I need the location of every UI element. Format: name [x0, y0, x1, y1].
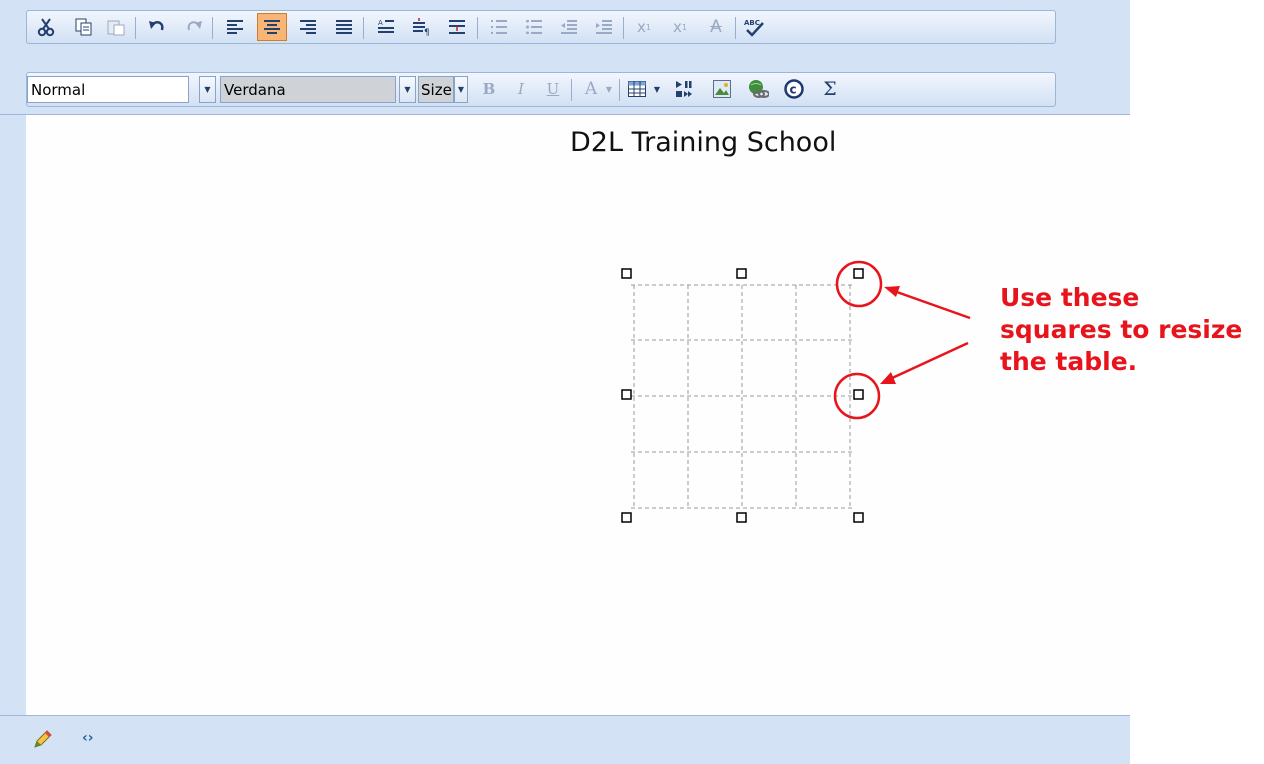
- annotation-line-1: Use these: [1000, 283, 1140, 312]
- design-mode-pencil-icon[interactable]: [32, 730, 52, 755]
- resize-handle-bottom-right: [853, 512, 864, 523]
- annotation-line-3: the table.: [1000, 347, 1138, 376]
- selected-table[interactable]: [0, 0, 1130, 715]
- resize-handle-middle-right: [853, 389, 864, 400]
- annotation-line-2: squares to resize: [1000, 315, 1243, 344]
- editor-mode-bar: ‹›: [0, 715, 1130, 764]
- resize-handle-bottom-left: [621, 512, 632, 523]
- resize-handle-top-left: [621, 268, 632, 279]
- html-editor: A ¶ x1 x1 A ABC Normal ▼ Verdana ▼ Size …: [0, 0, 1130, 764]
- annotation-callout: Use these squares to resize the table.: [1000, 282, 1260, 378]
- html-source-icon[interactable]: ‹›: [82, 730, 94, 746]
- resize-handle-top-right: [853, 268, 864, 279]
- resize-handle-top-center: [736, 268, 747, 279]
- resize-handle-middle-left: [621, 389, 632, 400]
- resize-handle-bottom-center: [736, 512, 747, 523]
